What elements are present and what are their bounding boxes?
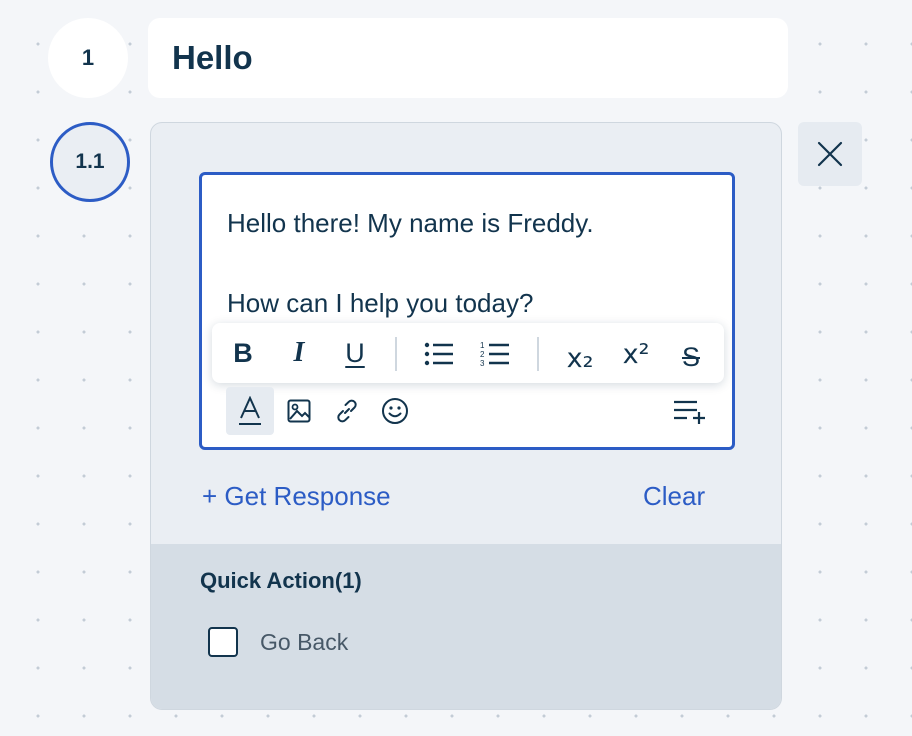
bullet-list-button[interactable] — [422, 337, 456, 371]
substep-number: 1.1 — [75, 150, 105, 173]
editor-line-1: Hello there! My name is Freddy. — [227, 208, 594, 238]
image-icon — [287, 399, 311, 423]
go-back-label: Go Back — [260, 628, 349, 655]
quick-action-title: Quick Action(1) — [200, 568, 362, 593]
go-back-checkbox[interactable] — [208, 627, 238, 657]
insert-variable-button[interactable] — [670, 387, 710, 435]
numbered-list-icon: 1 2 3 — [480, 341, 509, 367]
insert-link-button[interactable] — [330, 387, 364, 435]
italic-button[interactable]: I — [282, 335, 316, 371]
clear-link[interactable]: Clear — [643, 481, 705, 512]
quick-action-item[interactable]: Go Back — [208, 627, 348, 657]
response-card: Hello there! My name is Freddy. How can … — [150, 122, 782, 710]
card-actions: + Get Response Clear — [151, 479, 781, 515]
svg-text:3: 3 — [480, 359, 485, 367]
numbered-list-button[interactable]: 1 2 3 — [478, 337, 512, 371]
list-add-icon — [674, 400, 705, 424]
step-number-badge: 1 — [48, 18, 128, 98]
get-response-link[interactable]: + Get Response — [202, 481, 391, 512]
step-number: 1 — [81, 45, 95, 70]
superscript-button[interactable]: x² — [618, 335, 654, 373]
close-icon — [817, 141, 843, 167]
close-button[interactable] — [798, 122, 862, 186]
editor-line-2: How can I help you today? — [227, 288, 534, 318]
svg-text:2: 2 — [480, 350, 485, 359]
toolbar-divider — [395, 337, 397, 371]
bullet-list-icon — [424, 342, 453, 366]
emoji-button[interactable] — [378, 387, 412, 435]
editor-content[interactable]: Hello there! My name is Freddy. How can … — [227, 203, 594, 323]
quick-action-section: Quick Action(1) Go Back — [151, 544, 781, 709]
text-color-icon — [239, 396, 261, 425]
bold-button[interactable]: B — [226, 335, 260, 371]
underline-button[interactable]: U — [338, 335, 372, 371]
link-icon — [337, 399, 357, 423]
step-title-input[interactable]: Hello — [148, 18, 788, 98]
emoji-icon — [382, 398, 408, 424]
svg-text:1: 1 — [480, 341, 485, 350]
insert-image-button[interactable] — [282, 387, 316, 435]
strikethrough-button[interactable]: S — [674, 339, 708, 375]
formatting-toolbar: B I U 1 2 3 x₂ x² S — [212, 323, 724, 383]
subscript-button[interactable]: x₂ — [562, 339, 598, 377]
step-title-text: Hello — [172, 39, 253, 76]
rich-text-editor[interactable]: Hello there! My name is Freddy. How can … — [199, 172, 735, 450]
text-color-button[interactable] — [226, 387, 274, 435]
substep-number-badge[interactable]: 1.1 — [50, 122, 130, 202]
toolbar-divider — [537, 337, 539, 371]
